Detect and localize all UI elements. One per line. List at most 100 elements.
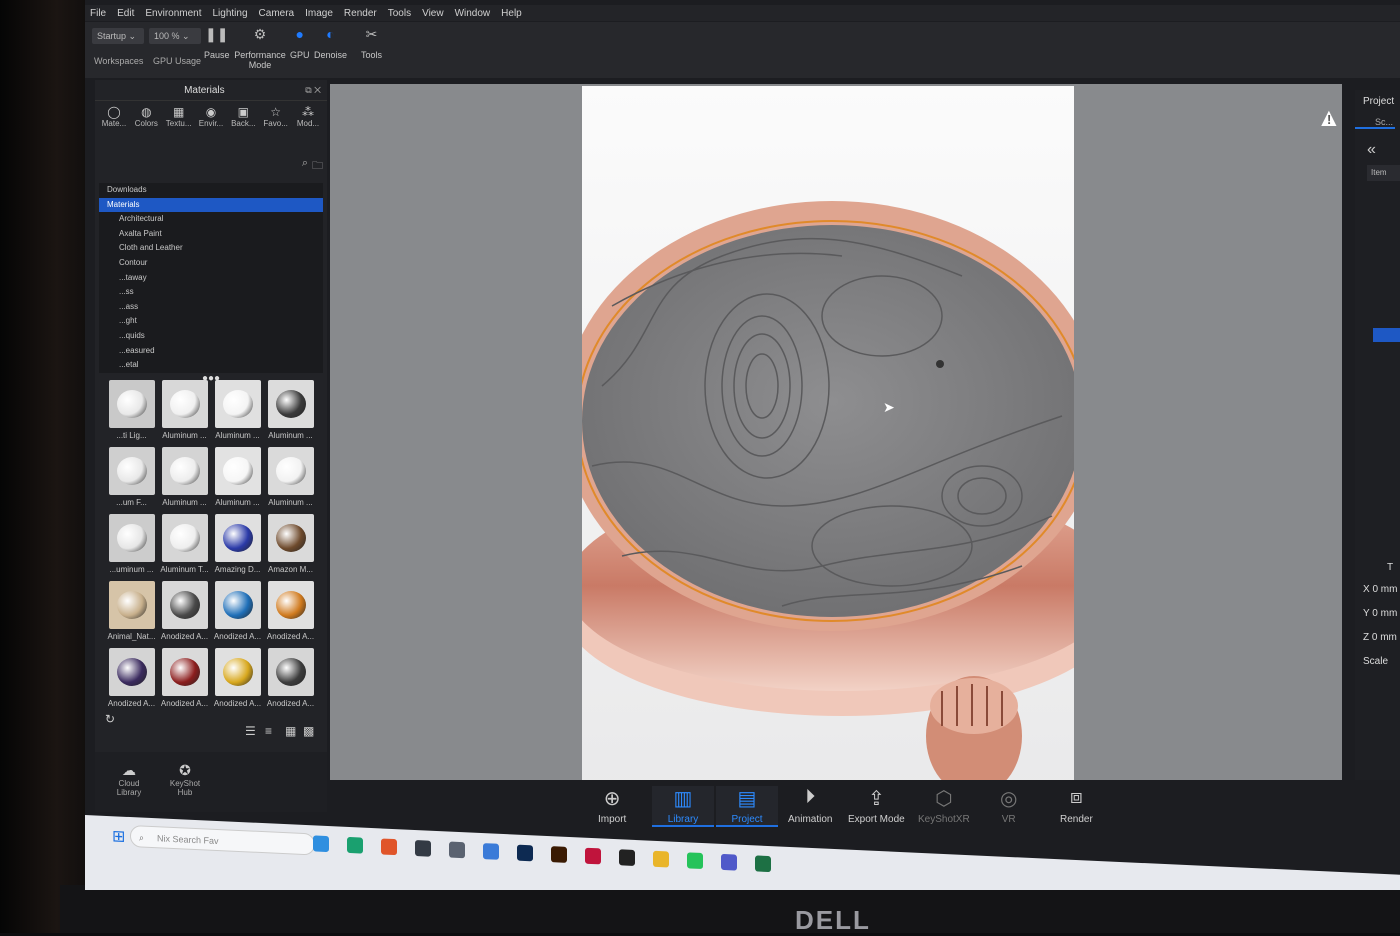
tab-environments[interactable]: ◉ Envir... [196, 105, 226, 133]
material-thumbnail[interactable]: Aluminum ... [264, 380, 317, 443]
edge-icon[interactable] [347, 836, 363, 854]
tab-scene[interactable]: Sc... [1355, 117, 1395, 129]
material-thumbnail[interactable]: ...ti Lig... [105, 380, 158, 443]
tree-item-liquids[interactable]: ...quids [99, 329, 323, 344]
material-thumbnail[interactable]: Aluminum ... [264, 447, 317, 510]
material-thumbnail[interactable]: Aluminum T... [158, 514, 211, 577]
folder-search-icon[interactable]: 🗀 [312, 157, 323, 179]
material-thumbnail[interactable]: Animal_Nat... [105, 581, 158, 644]
windows-start-icon[interactable]: ⊞ [112, 826, 125, 847]
tab-textures[interactable]: ▦ Textu... [164, 105, 194, 133]
material-thumbnail[interactable]: Anodized A... [105, 648, 158, 711]
search-icon[interactable]: ⌕ [302, 157, 308, 179]
menu-camera[interactable]: Camera [259, 8, 295, 19]
menu-help[interactable]: Help [501, 8, 522, 19]
tree-item-metal[interactable]: ...etal [99, 358, 323, 373]
detail-view-icon[interactable]: ≡ [265, 724, 272, 738]
menu-render[interactable]: Render [344, 8, 377, 19]
denoise-button[interactable]: ◐ Denoise [314, 26, 347, 60]
menu-tools[interactable]: Tools [388, 8, 411, 19]
photoshop-icon[interactable] [517, 844, 533, 862]
menu-image[interactable]: Image [305, 8, 333, 19]
whatsapp-icon[interactable] [687, 852, 703, 870]
illustrator-icon[interactable] [551, 846, 567, 863]
app-gray-icon[interactable] [449, 841, 465, 859]
large-grid-view-icon[interactable]: ▩ [303, 724, 314, 738]
material-thumbnail[interactable]: Anodized A... [264, 581, 317, 644]
material-thumbnail[interactable]: ...um F... [105, 447, 158, 510]
material-thumbnail[interactable]: Aluminum ... [158, 380, 211, 443]
render-viewport[interactable]: ▲ ! ➤ [330, 84, 1342, 817]
tree-item-measured[interactable]: ...easured [99, 344, 323, 359]
tree-item-axalta-paint[interactable]: Axalta Paint [99, 227, 323, 242]
gpu-usage-select[interactable]: 100 % ⌄ [149, 28, 201, 44]
refresh-icon[interactable]: ↻ [105, 712, 115, 726]
menu-view[interactable]: View [422, 8, 444, 19]
tree-item-light[interactable]: ...ght [99, 314, 323, 329]
teams-icon[interactable] [721, 853, 737, 871]
app-black-icon[interactable] [619, 849, 635, 866]
material-thumbnail[interactable]: Amazing D... [211, 514, 264, 577]
selected-scene-item[interactable] [1373, 328, 1400, 342]
z-position[interactable]: Z 0 mm [1363, 632, 1397, 643]
tree-item-fuzz[interactable]: ...ss [99, 285, 323, 300]
tree-item-cloth-leather[interactable]: Cloth and Leather [99, 241, 323, 256]
tab-colors[interactable]: ◍ Colors [131, 105, 161, 133]
menu-edit[interactable]: Edit [117, 8, 134, 19]
material-thumbnail[interactable]: Anodized A... [158, 648, 211, 711]
y-position[interactable]: Y 0 mm [1363, 608, 1397, 619]
tree-item-cutaway[interactable]: ...taway [99, 271, 323, 286]
animation-button[interactable]: ⏵ Animation [788, 786, 832, 825]
vr-button[interactable]: ◎ VR [1000, 786, 1017, 825]
app-dark-icon[interactable] [415, 839, 431, 857]
app-orange-icon[interactable] [381, 838, 397, 856]
x-position[interactable]: X 0 mm [1363, 584, 1397, 595]
tree-item-materials[interactable]: Materials [99, 197, 323, 213]
keyshotxr-button[interactable]: ⬡ KeyShotXR [918, 786, 970, 825]
library-search[interactable]: ⌕ 🗀 [99, 157, 323, 179]
cloud-library-button[interactable]: ☁ Cloud Library [109, 762, 149, 797]
app-blue-icon[interactable] [483, 843, 499, 860]
tab-models[interactable]: ⁂ Mod... [293, 105, 323, 133]
menu-window[interactable]: Window [455, 8, 491, 19]
popout-icon[interactable]: ⧉ [305, 85, 311, 95]
material-thumbnail[interactable]: Aluminum ... [211, 380, 264, 443]
material-thumbnail[interactable]: Amazon M... [264, 514, 317, 577]
tab-favorites[interactable]: ☆ Favo... [261, 105, 291, 133]
render-button[interactable]: ⧈ Render [1060, 786, 1093, 825]
collapse-chevron-icon[interactable]: « [1355, 141, 1400, 159]
copilot-icon[interactable] [313, 835, 329, 853]
material-thumbnail[interactable]: Anodized A... [264, 648, 317, 711]
material-thumbnail[interactable]: Anodized A... [211, 648, 264, 711]
workspace-select[interactable]: Startup ⌄ [92, 28, 144, 44]
tree-item-contour[interactable]: Contour [99, 256, 323, 271]
library-button[interactable]: ▥ Library [652, 786, 714, 827]
material-thumbnail[interactable]: Aluminum ... [211, 447, 264, 510]
list-view-icon[interactable]: ☰ [245, 724, 256, 738]
grid-view-icon[interactable]: ▦ [285, 724, 296, 738]
menu-lighting[interactable]: Lighting [213, 8, 248, 19]
material-thumbnail[interactable]: ...uminum ... [105, 514, 158, 577]
excel-icon[interactable] [755, 855, 771, 873]
gpu-button[interactable]: ● GPU [290, 26, 310, 60]
export-mode-button[interactable]: ⇪ Export Mode [848, 786, 905, 825]
explorer-icon[interactable] [653, 850, 669, 868]
material-thumbnail[interactable]: Anodized A... [211, 581, 264, 644]
tools-button[interactable]: ✂ Tools [361, 26, 382, 60]
performance-mode-button[interactable]: ⚙ Performance Mode [233, 26, 287, 70]
keyshot-hub-button[interactable]: ✪ KeyShot Hub [165, 762, 205, 797]
pause-button[interactable]: ❚❚ Pause [204, 26, 230, 60]
tree-item-glass[interactable]: ...ass [99, 300, 323, 315]
taskbar-search[interactable]: ⌕ Nix Search Fav [130, 825, 315, 856]
menu-file[interactable]: File [90, 8, 106, 19]
tree-item-downloads[interactable]: Downloads [99, 183, 323, 198]
tree-item-architectural[interactable]: Architectural [99, 212, 323, 227]
menu-environment[interactable]: Environment [145, 8, 201, 19]
material-thumbnail[interactable]: Aluminum ... [158, 447, 211, 510]
close-icon[interactable]: ✕ [314, 85, 321, 95]
material-thumbnail[interactable]: Anodized A... [158, 581, 211, 644]
tab-backplates[interactable]: ▣ Back... [228, 105, 258, 133]
app-red-icon[interactable] [585, 847, 601, 865]
tab-materials[interactable]: ◯ Mate... [99, 105, 129, 133]
project-button[interactable]: ▤ Project [716, 786, 778, 827]
